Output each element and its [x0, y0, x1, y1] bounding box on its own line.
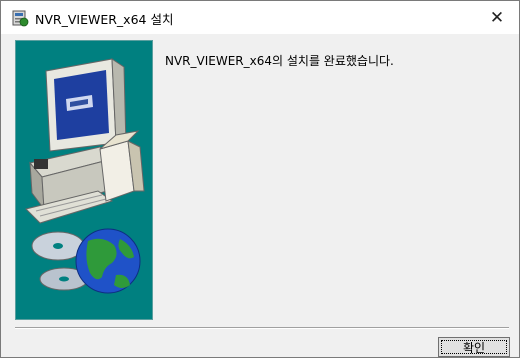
completion-message: NVR_VIEWER_x64의 설치를 완료했습니다.	[165, 54, 394, 68]
installer-icon	[12, 10, 29, 27]
computer-illustration	[25, 58, 145, 294]
ok-button-label: 확인	[462, 340, 486, 355]
title-bar[interactable]: NVR_VIEWER_x64 설치 ✕	[1, 1, 519, 34]
footer-divider	[15, 327, 509, 329]
installer-dialog: NVR_VIEWER_x64 설치 ✕ NVR_VIEWER_x64의 설치를 …	[0, 0, 520, 358]
ok-button[interactable]: 확인	[438, 337, 510, 357]
globe-icon	[75, 228, 141, 294]
close-button[interactable]: ✕	[475, 1, 519, 34]
side-panel-graphic	[15, 40, 153, 320]
close-icon: ✕	[489, 7, 505, 28]
window-title: NVR_VIEWER_x64 설치	[35, 12, 174, 27]
